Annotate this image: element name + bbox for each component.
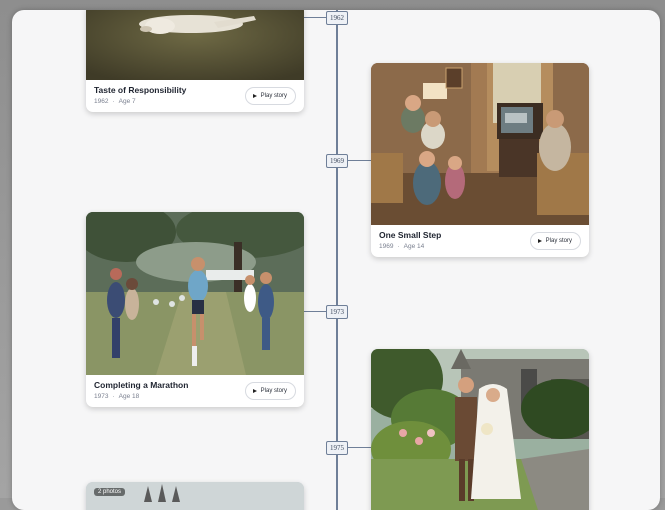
play-icon — [252, 94, 257, 98]
story-card[interactable] — [371, 349, 589, 510]
story-year: 1973 — [94, 393, 109, 400]
story-card[interactable]: Completing a Marathon 1973 · Age 18 Play s… — [86, 212, 304, 407]
story-card[interactable]: One Small Step 1969 · Age 14 Play story — [371, 63, 589, 257]
year-marker-1975[interactable]: 1975 — [326, 441, 348, 455]
story-meta: 1973 · Age 18 — [94, 393, 140, 400]
photo-count-badge: 2 photos — [94, 488, 126, 496]
play-story-label: Play story — [260, 93, 287, 99]
dog-on-lawn-photo — [86, 10, 304, 80]
story-card[interactable]: Taste of Responsibility 1962 · Age 7 Play … — [86, 10, 304, 112]
wedding-couple-by-church-photo — [371, 349, 589, 510]
story-meta: 1969 · Age 14 — [379, 243, 425, 250]
story-age: Age 18 — [118, 393, 140, 400]
story-photo[interactable] — [371, 63, 589, 225]
story-year: 1969 — [379, 243, 394, 250]
year-marker-1969[interactable]: 1969 — [326, 154, 348, 168]
story-title: One Small Step — [379, 230, 442, 240]
family-watching-moon-landing-tv-photo — [371, 63, 589, 225]
story-photo[interactable] — [86, 212, 304, 375]
play-story-label: Play story — [545, 238, 572, 244]
story-photo[interactable]: 2 photos — [86, 482, 304, 510]
story-year: 1962 — [94, 98, 109, 105]
timeline-axis — [336, 10, 338, 510]
story-photo[interactable] — [86, 10, 304, 80]
story-title: Completing a Marathon — [94, 380, 189, 390]
play-story-button[interactable]: Play story — [244, 87, 296, 105]
play-story-label: Play story — [260, 388, 287, 394]
play-icon — [537, 239, 542, 243]
partial-card-photo — [86, 482, 304, 510]
connector — [347, 447, 371, 448]
story-title: Taste of Responsibility — [94, 85, 187, 95]
connector — [302, 17, 326, 18]
story-age: Age 14 — [403, 243, 425, 250]
year-marker-1973[interactable]: 1973 — [326, 305, 348, 319]
play-story-button[interactable]: Play story — [529, 232, 581, 250]
story-photo[interactable] — [371, 349, 589, 510]
runner-finishing-race-in-park-photo — [86, 212, 304, 375]
story-meta: 1962 · Age 7 — [94, 98, 136, 105]
story-card[interactable]: 2 photos — [86, 482, 304, 510]
play-icon — [252, 389, 257, 393]
story-age: Age 7 — [118, 98, 136, 105]
timeline-panel[interactable]: 1962 1969 1973 1975 Taste of Responsibil… — [12, 10, 660, 510]
connector — [347, 160, 371, 161]
play-story-button[interactable]: Play story — [244, 382, 296, 400]
year-marker-1962[interactable]: 1962 — [326, 11, 348, 25]
connector — [303, 311, 326, 312]
